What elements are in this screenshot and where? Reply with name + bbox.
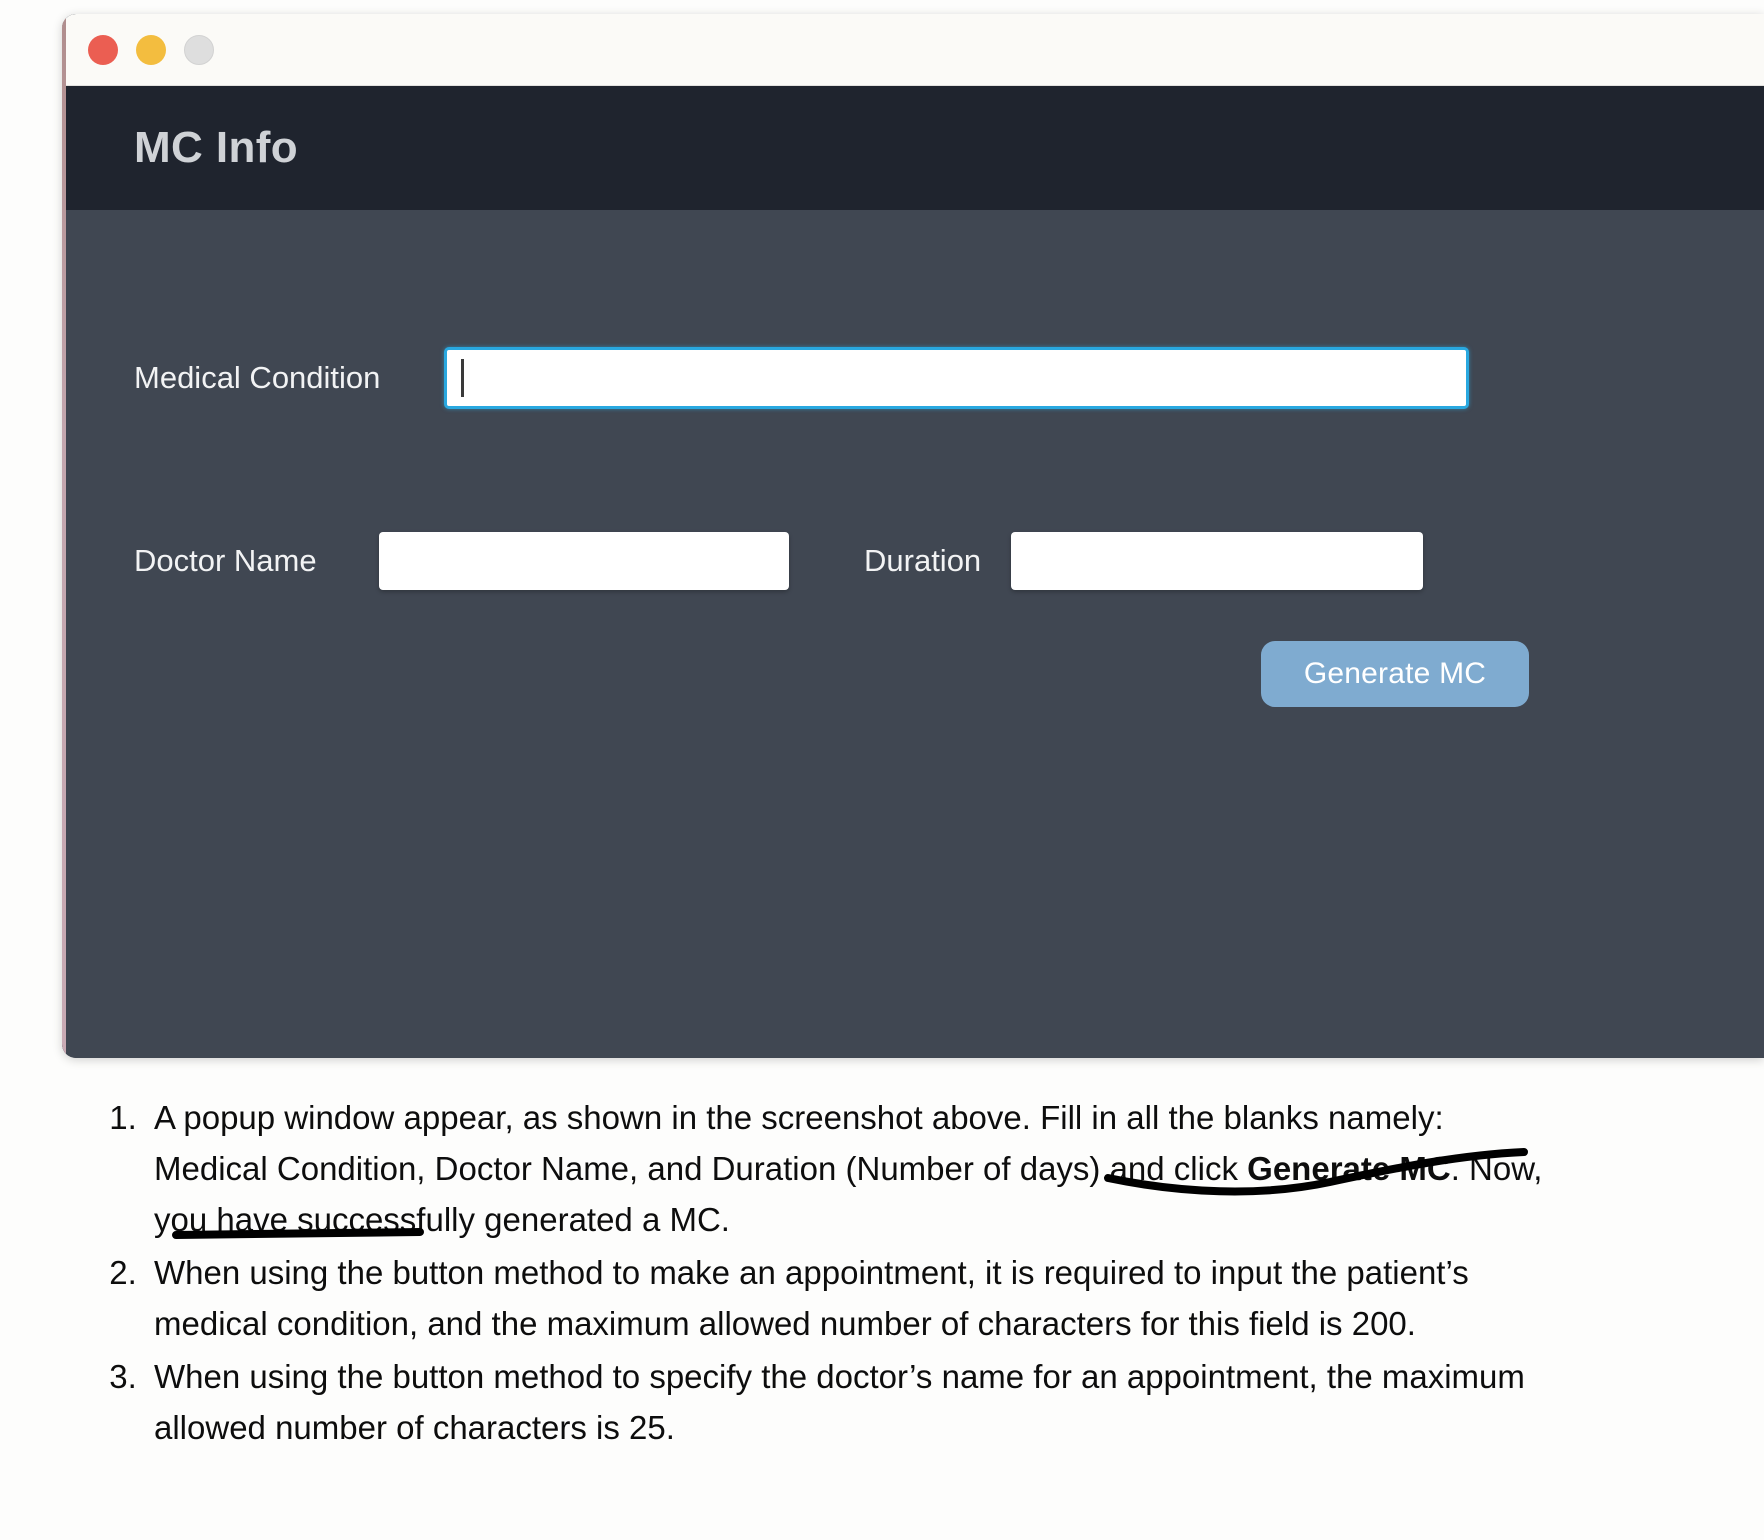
app-header-bar: MC Info <box>62 86 1764 210</box>
medical-condition-label: Medical Condition <box>134 360 381 395</box>
page-title: MC Info <box>134 123 299 172</box>
medical-condition-input[interactable] <box>444 347 1469 409</box>
close-window-button[interactable] <box>88 34 118 65</box>
window-titlebar <box>62 14 1764 86</box>
steps-ordered-list: A popup window appear, as shown in the s… <box>88 1092 1548 1453</box>
window-left-border <box>62 14 66 1058</box>
duration-label: Duration <box>864 543 982 578</box>
zoom-window-button[interactable] <box>184 34 214 65</box>
list-item: A popup window appear, as shown in the s… <box>146 1092 1548 1245</box>
list-item: When using the button method to make an … <box>146 1247 1548 1349</box>
doctor-name-input[interactable] <box>379 532 789 590</box>
popup-window-screenshot: MC Info Medical Condition Doctor Name Du… <box>62 14 1764 1058</box>
list-item: When using the button method to specify … <box>146 1351 1548 1453</box>
step1-bold-generate-mc: Generate MC <box>1247 1150 1451 1187</box>
doctor-duration-row: Doctor Name Duration <box>134 532 1424 590</box>
medical-condition-row: Medical Condition <box>134 347 1764 409</box>
step2-text: When using the button method to make an … <box>154 1254 1469 1342</box>
form-panel: Medical Condition Doctor Name Duration G… <box>62 210 1764 1058</box>
doctor-name-label: Doctor Name <box>134 543 317 578</box>
step3-text: When using the button method to specify … <box>154 1358 1525 1446</box>
minimize-window-button[interactable] <box>136 34 166 65</box>
duration-input[interactable] <box>1011 532 1424 590</box>
generate-mc-button[interactable]: Generate MC <box>1261 641 1529 707</box>
text-cursor-icon <box>461 359 464 397</box>
instruction-list: A popup window appear, as shown in the s… <box>88 1092 1548 1455</box>
